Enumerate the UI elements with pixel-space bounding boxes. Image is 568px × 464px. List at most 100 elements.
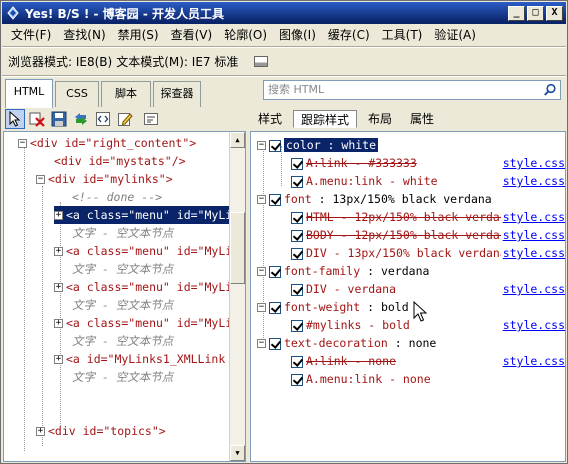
code-view-icon[interactable] [93,109,113,129]
rule-source-link[interactable]: style.css [500,316,565,334]
collapse-toggle[interactable]: − [36,175,45,184]
menu-view[interactable]: 查看(V) [166,26,220,44]
tree-node[interactable]: + <div id="topics"> [36,422,166,440]
style-property[interactable]: − font-family : verdana [257,262,565,280]
expand-toggle[interactable]: + [36,427,45,436]
scroll-down-arrow-icon[interactable]: ▼ [230,445,245,461]
rule-checkbox[interactable] [291,373,303,386]
tree-scrollbar[interactable]: ▲ ▼ [229,132,245,461]
rule-checkbox[interactable] [291,247,303,260]
tree-node[interactable]: 文字 - 空文本节点 [72,368,173,386]
expand-toggle[interactable]: + [54,355,63,364]
style-rule[interactable]: DIV - verdana style.css [291,280,565,298]
collapse-toggle[interactable]: − [257,141,266,150]
title-bar[interactable]: Yes! B/S ! - 博客园 - 开发人员工具 _ □ X [2,2,566,24]
tree-node[interactable]: 文字 - 空文本节点 [72,332,173,350]
tree-node[interactable]: 文字 - 空文本节点 [72,296,173,314]
style-rule[interactable]: A.menu:link - white style.css [291,172,565,190]
trace-styles-pane[interactable]: − color : white A:link - #333333 style.cs… [250,131,566,462]
refresh-icon[interactable] [71,109,91,129]
tree-node[interactable]: − <div id="mylinks"> [36,170,173,188]
rule-checkbox[interactable] [291,211,303,224]
tree-node[interactable]: + <a class="menu" id="MyLi [54,242,232,260]
menu-images[interactable]: 图像(I) [274,26,323,44]
rule-checkbox[interactable] [291,283,303,296]
rule-source-link[interactable]: style.css [500,244,565,262]
rule-source-link[interactable]: style.css [500,154,565,172]
menu-cache[interactable]: 缓存(C) [323,26,377,44]
rule-source-link[interactable]: style.css [500,172,565,190]
tree-node[interactable]: − <div id="right_content"> [18,134,196,152]
tree-node[interactable]: + <a class="menu" id="MyLi [54,278,232,296]
rule-checkbox[interactable] [291,157,303,170]
search-input[interactable]: 搜索 HTML [263,80,561,100]
style-rule[interactable]: A.menu:link - none [291,370,565,388]
expand-toggle[interactable]: + [54,247,63,256]
scroll-thumb[interactable] [230,212,245,284]
tree-node-selected[interactable]: + <a class="menu" id="MyLi [54,206,234,224]
tree-node[interactable]: <div id="mystats"/> [54,152,186,170]
style-property[interactable]: − text-decoration : none [257,334,565,352]
rule-checkbox[interactable] [291,355,303,368]
save-icon[interactable] [49,109,69,129]
dom-tree-pane[interactable]: − <div id="right_content"> <div id="mysta… [3,131,246,462]
tree-node[interactable]: <!-- done --> [72,188,162,206]
subtab-attributes[interactable]: 属性 [403,110,441,128]
rule-checkbox[interactable] [291,319,303,332]
rule-checkbox[interactable] [291,175,303,188]
tab-profiler[interactable]: 探查器 [153,81,201,107]
menu-file[interactable]: 文件(F) [6,26,58,44]
select-element-tool[interactable] [5,109,25,129]
property-checkbox[interactable] [269,139,281,152]
collapse-toggle[interactable]: − [257,303,266,312]
style-property[interactable]: − font : 13px/150% black verdana [257,190,565,208]
maximize-button[interactable]: □ [527,5,544,21]
subtab-layout[interactable]: 布局 [361,110,399,128]
tree-node[interactable]: + <a id="MyLinks1_XMLLink [54,350,225,368]
style-property[interactable]: − font-weight : bold [257,298,565,316]
tab-html[interactable]: HTML [5,79,53,108]
tree-node[interactable]: 文字 - 空文本节点 [72,260,173,278]
style-property[interactable]: − color : white [257,136,565,154]
property-checkbox[interactable] [269,265,281,278]
clear-icon[interactable] [27,109,47,129]
rule-source-link[interactable]: style.css [500,352,565,370]
menu-find[interactable]: 查找(N) [58,26,112,44]
rule-source-link[interactable]: style.css [500,208,565,226]
menu-outline[interactable]: 轮廓(O) [219,26,274,44]
edit-icon[interactable] [115,109,135,129]
subtab-style[interactable]: 样式 [251,110,289,128]
collapse-toggle[interactable]: − [257,267,266,276]
menu-validate[interactable]: 验证(A) [429,26,483,44]
search-icon[interactable] [543,83,557,97]
style-rule[interactable]: HTML - 12px/150% black verdana style.css [291,208,565,226]
style-rule[interactable]: A:link - #333333 style.css [291,154,565,172]
collapse-toggle[interactable]: − [257,339,266,348]
subtab-trace-styles[interactable]: 跟踪样式 [293,110,358,128]
close-button[interactable]: X [546,5,563,21]
collapse-toggle[interactable]: − [18,139,27,148]
tree-node[interactable]: + <a class="menu" id="MyLi [54,314,232,332]
browser-mode-selector[interactable]: 浏览器模式: IE8(B) [8,53,112,70]
expand-toggle[interactable]: + [54,283,63,292]
style-rule[interactable]: A:link - none style.css [291,352,565,370]
tree-node[interactable]: 文字 - 空文本节点 [72,224,173,242]
rule-source-link[interactable]: style.css [500,226,565,244]
collapse-toggle[interactable]: − [257,195,266,204]
scroll-up-arrow-icon[interactable]: ▲ [230,132,245,148]
expand-toggle[interactable]: + [54,211,63,220]
menu-tools[interactable]: 工具(T) [377,26,430,44]
document-mode-selector[interactable]: 文本模式(M): IE7 标准 [116,53,238,70]
property-checkbox[interactable] [269,193,281,206]
rule-checkbox[interactable] [291,229,303,242]
property-checkbox[interactable] [269,301,281,314]
menu-disable[interactable]: 禁用(S) [113,26,166,44]
minimize-button[interactable]: _ [508,5,525,21]
rule-source-link[interactable]: style.css [500,280,565,298]
style-rule[interactable]: DIV - 13px/150% black verdana style.css [291,244,565,262]
tab-script[interactable]: 脚本 [101,81,151,107]
style-rule[interactable]: BODY - 12px/150% black verdana style.css [291,226,565,244]
expand-toggle[interactable]: + [54,319,63,328]
tab-css[interactable]: CSS [55,81,99,107]
word-wrap-icon[interactable] [141,109,161,129]
